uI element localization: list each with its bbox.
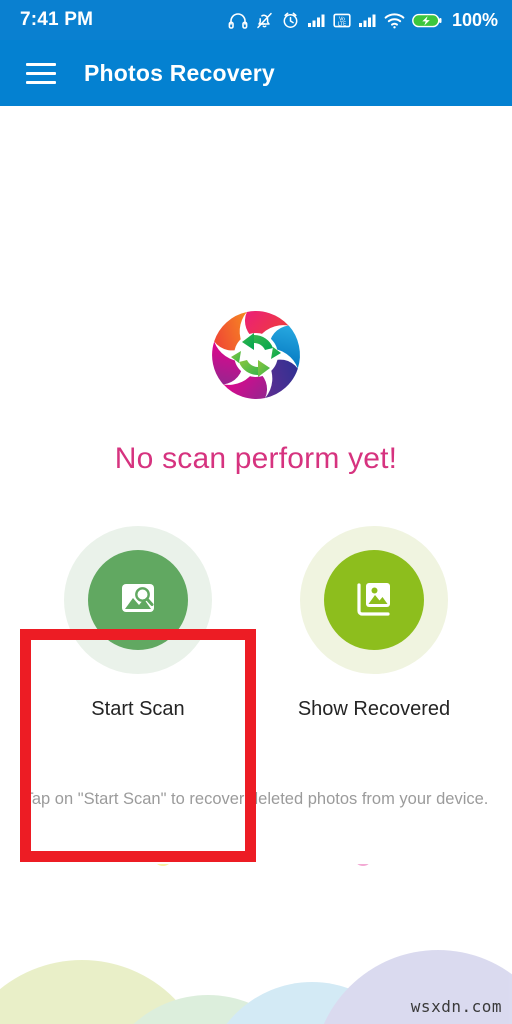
yellow-dot <box>157 864 169 866</box>
app-bar: Photos Recovery <box>0 40 512 106</box>
menu-line-3 <box>26 80 56 84</box>
alarm-clock-icon <box>281 11 300 30</box>
signal-bars-secondary-icon <box>358 12 377 28</box>
show-recovered-halo <box>300 526 448 674</box>
stacked-photos-icon <box>347 571 401 630</box>
status-bar: 7:41 PM Vo LTE 100% <box>0 0 512 40</box>
menu-line-1 <box>26 62 56 66</box>
start-scan-label: Start Scan <box>91 698 185 720</box>
show-recovered-disc <box>324 550 424 650</box>
status-clock: 7:41 PM <box>20 9 94 30</box>
show-recovered-button[interactable]: Show Recovered <box>256 506 492 748</box>
scan-status-message: No scan perform yet! <box>114 442 398 475</box>
status-icon-tray: Vo LTE 100% <box>228 10 498 31</box>
main-content: No scan perform yet! Start Scan Show Rec… <box>0 106 512 1024</box>
image-search-icon <box>111 571 165 630</box>
start-scan-disc <box>88 550 188 650</box>
action-tiles: Start Scan Show Recovered <box>0 506 512 766</box>
site-watermark: wsxdn.com <box>410 997 502 1016</box>
decorative-background: wsxdn.com <box>0 864 512 1024</box>
menu-line-2 <box>26 71 56 75</box>
svg-text:LTE: LTE <box>338 21 346 27</box>
battery-charging-icon <box>412 12 442 29</box>
start-scan-halo <box>64 526 212 674</box>
headphones-icon <box>228 11 248 29</box>
page-title: Photos Recovery <box>84 59 275 86</box>
show-recovered-label: Show Recovered <box>297 698 451 720</box>
start-scan-button[interactable]: Start Scan <box>20 506 256 748</box>
hamburger-menu-icon[interactable] <box>14 46 68 100</box>
bell-muted-icon <box>255 11 274 30</box>
recovery-swirl-logo <box>200 299 312 411</box>
volte-icon: Vo LTE <box>333 12 351 29</box>
wifi-icon <box>384 12 405 29</box>
phone-screen: 7:41 PM Vo LTE 100% Photos Recovery No s… <box>0 0 512 1024</box>
pink-dot-small <box>357 864 369 866</box>
battery-percent-label: 100% <box>451 9 498 30</box>
hint-text: Tap on "Start Scan" to recover deleted p… <box>23 790 489 808</box>
signal-bars-icon <box>307 12 326 28</box>
